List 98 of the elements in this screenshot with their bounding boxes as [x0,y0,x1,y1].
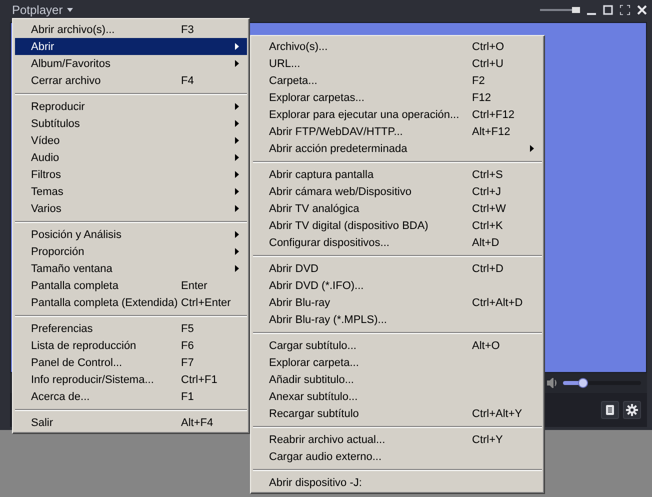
menu-item[interactable]: Archivo(s)... Ctrl+O [253,38,542,55]
submenu-arrow-icon [235,120,239,127]
menu-item[interactable]: Acerca de... F1 [15,388,247,405]
menu-item[interactable]: Filtros [15,166,247,183]
menu-item[interactable]: Anexar subtítulo... [253,388,542,405]
slider-thumb[interactable] [578,378,588,388]
menu-item[interactable]: Posición y Análisis [15,226,247,243]
menu-item[interactable]: Cerrar archivo F4 [15,72,247,89]
menu-item[interactable]: Album/Favoritos [15,55,247,72]
menu-item[interactable]: Proporción [15,243,247,260]
shortcut-label: Ctrl+Alt+Y [472,408,524,420]
menu-item[interactable]: Abrir captura pantalla Ctrl+S [253,166,542,183]
menu-item[interactable]: Varios [15,200,247,217]
list-icon [606,405,614,415]
menu-item[interactable]: Vídeo [15,132,247,149]
menu-item[interactable]: Audio [15,149,247,166]
submenu-arrow-icon [235,43,239,50]
menu-item[interactable]: Panel de Control... F7 [15,354,247,371]
submenu-arrow-icon [235,231,239,238]
menu-item[interactable]: Recargar subtítulo Ctrl+Alt+Y [253,405,542,422]
shortcut-label: Ctrl+F12 [472,108,516,120]
submenu-arrow-icon [235,103,239,110]
shortcut-label: F12 [472,92,492,104]
menu-item[interactable]: Reabrir archivo actual... Ctrl+Y [253,431,542,448]
shortcut-label: Alt+F4 [181,416,214,428]
submenu-arrow-icon [235,154,239,161]
menu-item[interactable]: Cargar subtítulo... Alt+O [253,337,542,354]
menu-item[interactable]: Explorar carpetas... F12 [253,89,542,106]
submenu-arrow-icon [235,248,239,255]
slider-thumb[interactable] [572,7,580,13]
shortcut-label: Alt+O [472,340,501,352]
shortcut-label: F1 [181,390,195,402]
shortcut-label: Ctrl+F1 [181,374,218,386]
menu-item[interactable]: Abrir Blu-ray Ctrl+Alt+D [253,294,542,311]
shortcut-label: F6 [181,340,195,352]
shortcut-label: Ctrl+Enter [181,296,232,308]
shortcut-label: Ctrl+S [472,168,504,180]
menu-item[interactable]: Abrir DVD Ctrl+D [253,260,542,277]
menu-item[interactable]: Abrir Blu-ray (*.MPLS)... [253,311,542,328]
menu-item[interactable]: Temas [15,183,247,200]
menu-item[interactable]: Abrir DVD (*.IFO)... [253,277,542,294]
shortcut-label: Alt+D [472,236,500,248]
menu-item[interactable]: Salir Alt+F4 [15,414,247,431]
menu-item[interactable]: Abrir dispositivo -J: [253,474,542,491]
menu-item[interactable]: Explorar carpeta... [253,354,542,371]
shortcut-label: Ctrl+W [472,202,507,214]
fullscreen-icon[interactable] [620,5,630,15]
shortcut-label: Ctrl+J [472,186,502,198]
submenu-arrow-icon [235,188,239,195]
close-icon[interactable] [637,5,647,15]
shortcut-label: Ctrl+Alt+D [472,296,524,308]
shortcut-label: Ctrl+D [472,262,504,274]
menu-item[interactable]: Pantalla completa Enter [15,277,247,294]
shortcut-label: Alt+F12 [472,126,512,138]
menu-item[interactable]: Info reproducir/Sistema... Ctrl+F1 [15,371,247,388]
menu-item[interactable]: Cargar audio externo... [253,448,542,465]
submenu-arrow-icon [530,145,534,152]
menu-item[interactable]: Añadir subtitulo... [253,371,542,388]
settings-button[interactable] [623,401,641,419]
menu-item[interactable]: Abrir archivo(s)... F3 [15,21,247,38]
menu-item[interactable]: Abrir FTP/WebDAV/HTTP... Alt+F12 [253,123,542,140]
window-title: Potplayer [12,3,63,17]
submenu-arrow-icon [235,171,239,178]
caret-icon[interactable] [66,8,73,12]
shortcut-label: Ctrl+K [472,220,504,232]
playlist-button[interactable] [601,401,619,419]
menu-item[interactable]: Reproducir [15,98,247,115]
menu-item[interactable]: Abrir [15,38,247,55]
maximize-icon[interactable] [603,5,613,15]
menu-item[interactable]: Abrir cámara web/Dispositivo Ctrl+J [253,183,542,200]
menu-item[interactable]: Abrir TV analógica Ctrl+W [253,200,542,217]
menu-item[interactable]: Carpeta... F2 [253,72,542,89]
shortcut-label: Ctrl+Y [472,434,504,446]
submenu-arrow-icon [235,265,239,272]
shortcut-label: F3 [181,24,195,36]
menu-item[interactable]: Subtítulos [15,115,247,132]
submenu-arrow-icon [235,205,239,212]
menu-item[interactable]: Abrir TV digital (dispositivo BDA) Ctrl+K [253,217,542,234]
shortcut-label: F7 [181,356,195,368]
menu-item[interactable]: Preferencias F5 [15,320,247,337]
shortcut-label: F2 [472,74,486,86]
submenu-arrow-icon [235,60,239,67]
menu-item[interactable]: Lista de reproducción F6 [15,337,247,354]
menu-item[interactable]: Configurar dispositivos... Alt+D [253,234,542,251]
shortcut-label: Enter [181,280,208,292]
submenu-arrow-icon [235,137,239,144]
gear-icon [626,404,638,416]
volume-slider[interactable] [563,381,641,385]
menu-item[interactable]: Pantalla completa (Extendida) Ctrl+Enter [15,294,247,311]
shortcut-label: Ctrl+O [472,40,506,52]
menu-item[interactable]: Tamaño ventana [15,260,247,277]
menu-item[interactable]: URL... Ctrl+U [253,55,542,72]
menu-item[interactable]: Abrir acción predeterminada [253,140,542,157]
shortcut-label: F4 [181,74,195,86]
speaker-icon[interactable] [547,378,557,388]
shortcut-label: F5 [181,322,195,334]
shortcut-label: Ctrl+U [472,58,504,70]
menu-item[interactable]: Explorar para ejecutar una operación... Ctrl+F12 [253,106,542,123]
